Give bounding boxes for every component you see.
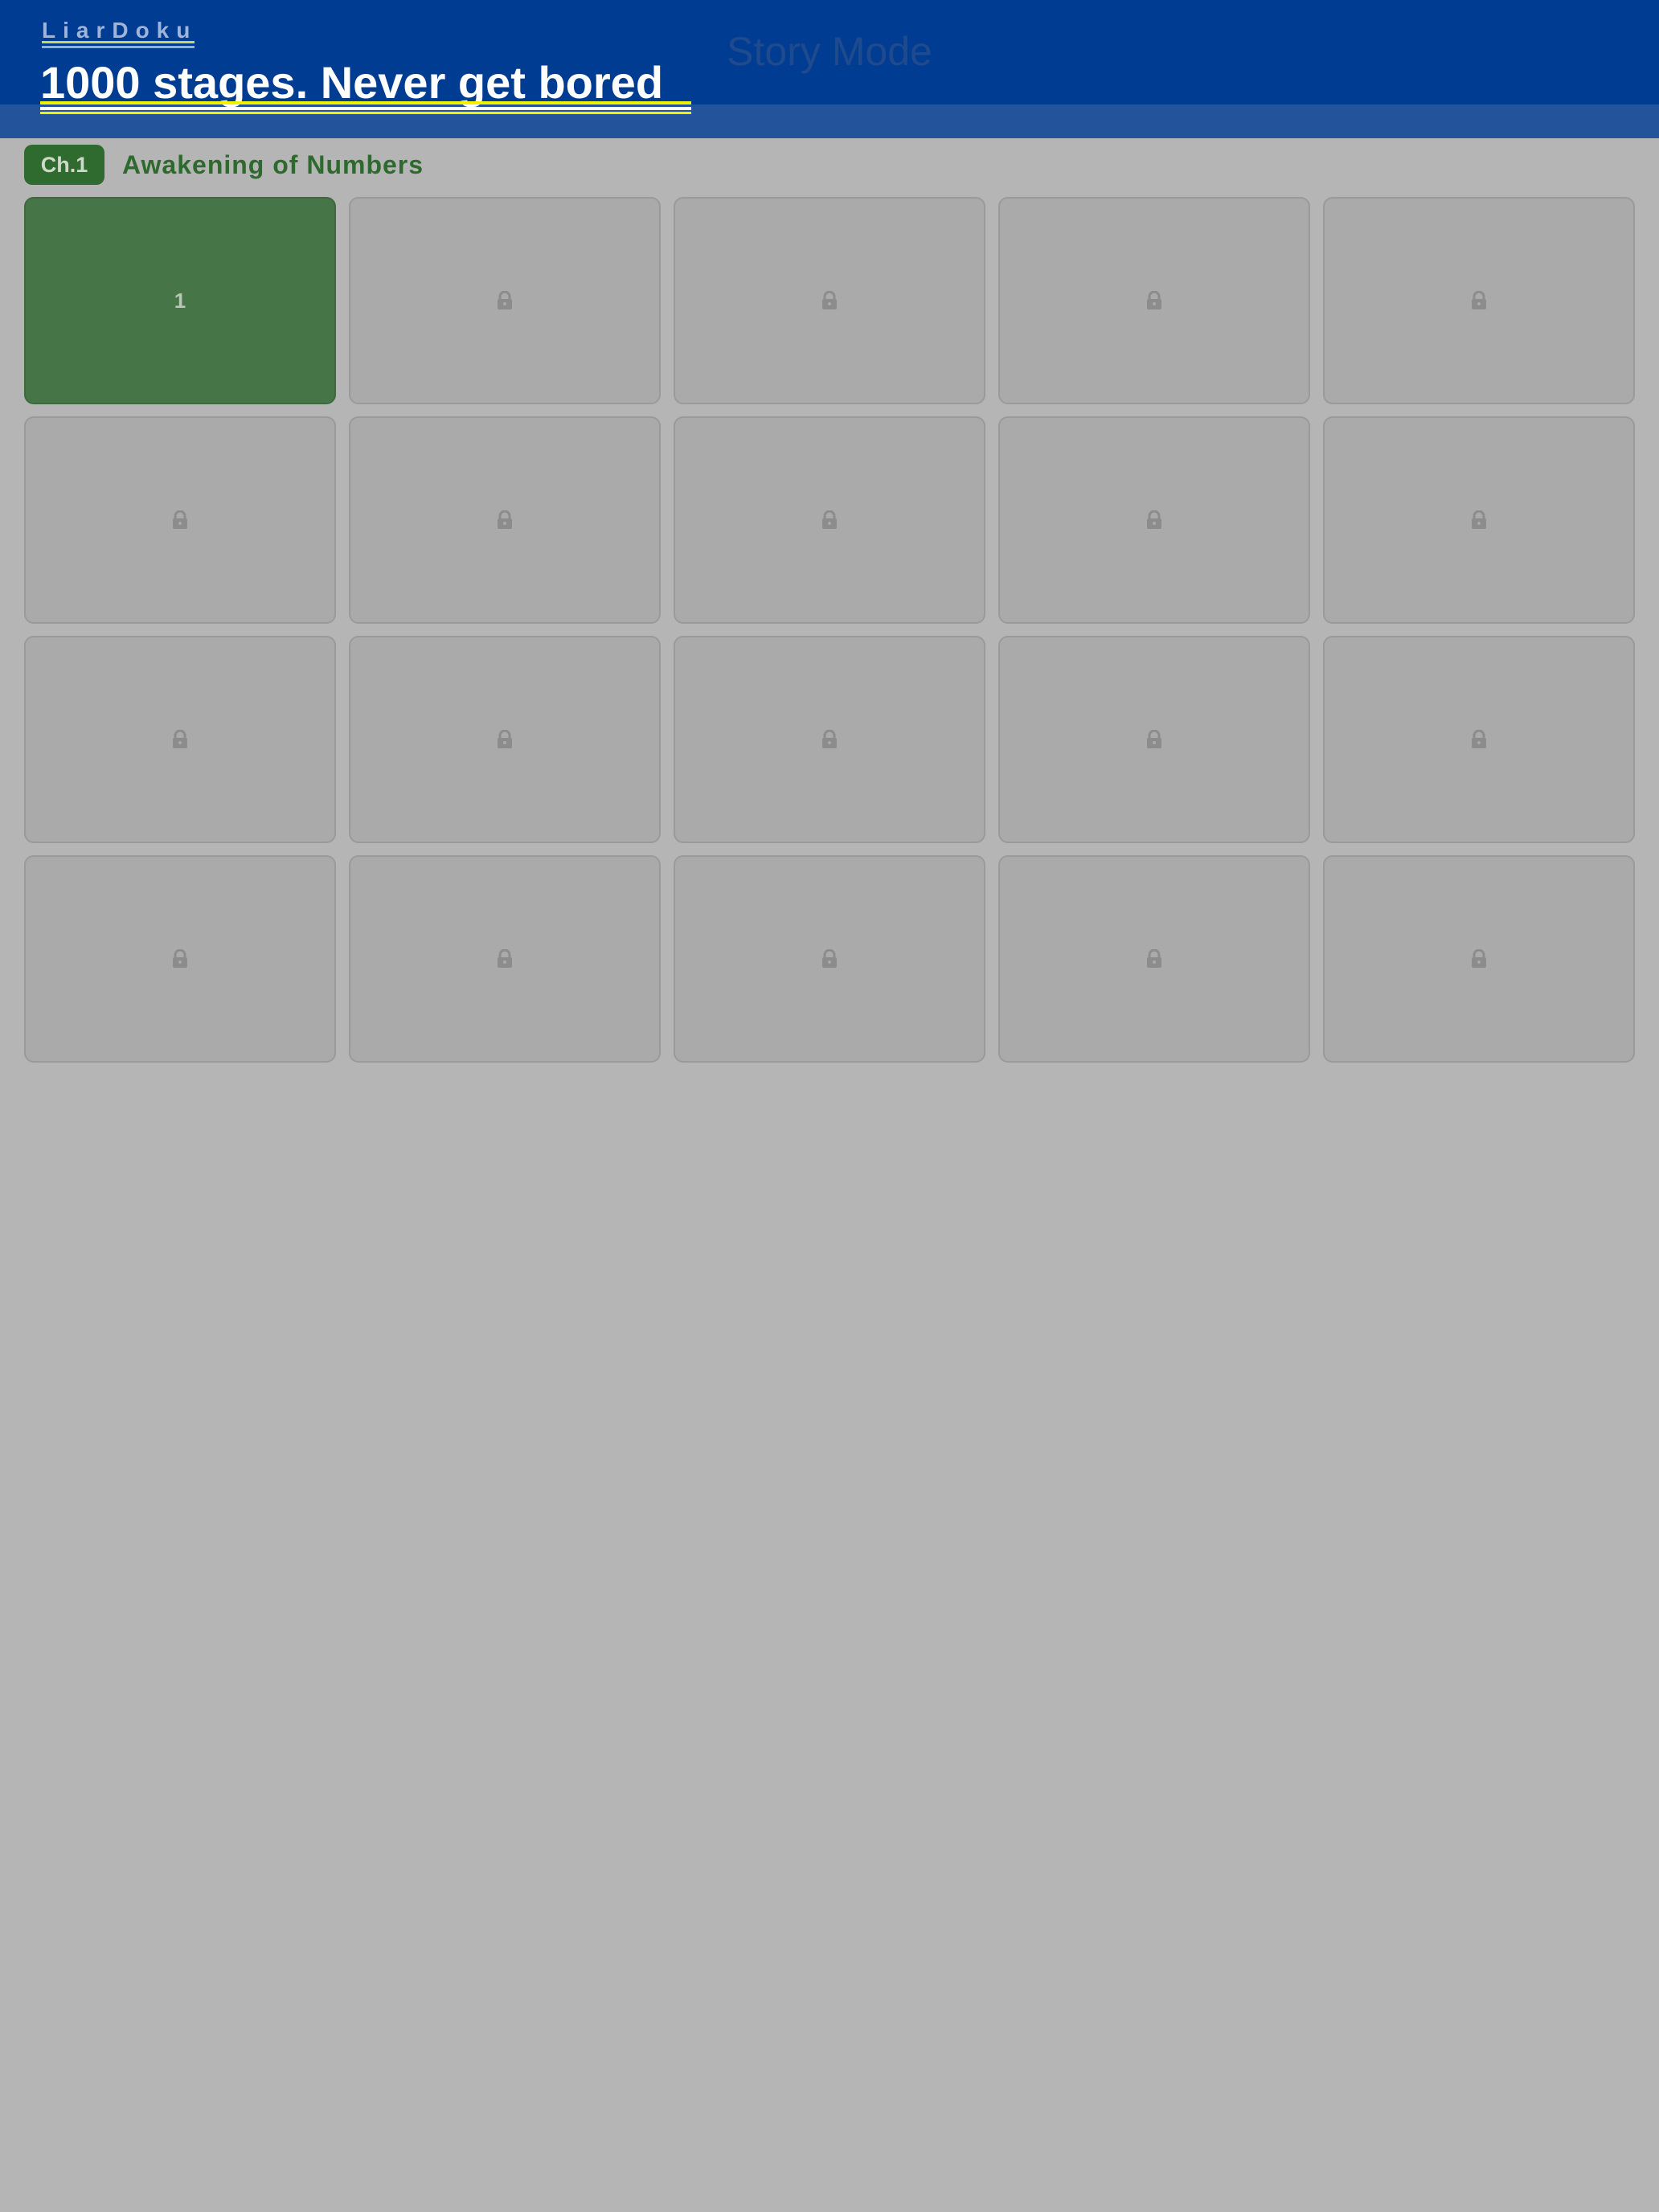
brand-underline <box>42 41 195 43</box>
brand-underline-secondary <box>42 46 195 48</box>
stage-number: 1 <box>174 288 186 313</box>
lock-icon <box>1145 948 1163 969</box>
chapter-header: Ch.1 Awakening of Numbers <box>24 145 424 185</box>
lock-icon <box>821 290 838 310</box>
stage-tile-locked[interactable] <box>349 855 661 1063</box>
stage-tile-locked[interactable] <box>998 636 1310 843</box>
stage-tile-locked[interactable] <box>24 416 336 624</box>
stage-tile-locked[interactable] <box>349 197 661 404</box>
stage-tile-locked[interactable] <box>24 636 336 843</box>
stage-tile-locked[interactable] <box>1323 636 1635 843</box>
headline-underline <box>40 101 691 104</box>
lock-icon <box>821 729 838 749</box>
stage-tile-locked[interactable] <box>674 636 985 843</box>
lock-icon <box>171 948 189 969</box>
lock-icon <box>1470 510 1488 530</box>
headline-underline-lower <box>40 112 691 114</box>
stage-tile-locked[interactable] <box>674 855 985 1063</box>
lock-icon <box>496 948 514 969</box>
chapter-badge: Ch.1 <box>24 145 104 185</box>
stage-tile-locked[interactable] <box>998 416 1310 624</box>
stage-tile-locked[interactable] <box>24 855 336 1063</box>
stage-tile-locked[interactable] <box>998 855 1310 1063</box>
lock-icon <box>171 729 189 749</box>
lock-icon <box>1470 729 1488 749</box>
lock-icon <box>821 948 838 969</box>
stage-tile-locked[interactable] <box>1323 416 1635 624</box>
lock-icon <box>1470 290 1488 310</box>
lock-icon <box>1470 948 1488 969</box>
stage-tile-locked[interactable] <box>349 636 661 843</box>
stage-tile-locked[interactable] <box>349 416 661 624</box>
lock-icon <box>496 510 514 530</box>
lock-icon <box>1145 729 1163 749</box>
stage-grid: 1 <box>24 197 1635 1063</box>
stage-tile-locked[interactable] <box>1323 855 1635 1063</box>
stage-tile-locked[interactable] <box>998 197 1310 404</box>
lock-icon <box>821 510 838 530</box>
lock-icon <box>1145 290 1163 310</box>
stage-tile[interactable]: 1 <box>24 197 336 404</box>
chapter-title: Awakening of Numbers <box>122 150 424 179</box>
lock-icon <box>496 290 514 310</box>
stage-tile-locked[interactable] <box>674 416 985 624</box>
lock-icon <box>496 729 514 749</box>
stage-tile-locked[interactable] <box>674 197 985 404</box>
lock-icon <box>1145 510 1163 530</box>
lock-icon <box>171 510 189 530</box>
headline-underline-middle <box>40 107 691 110</box>
stage-tile-locked[interactable] <box>1323 197 1635 404</box>
